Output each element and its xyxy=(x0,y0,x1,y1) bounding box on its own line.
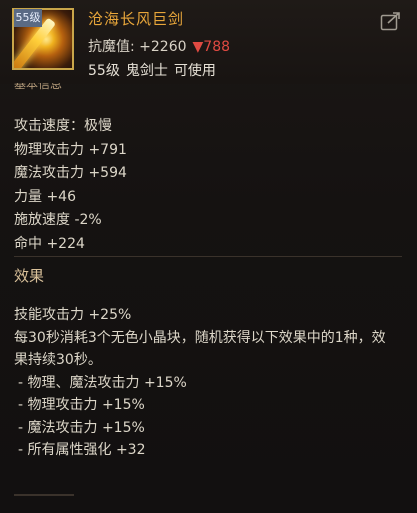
effect-sub-line: - 物理攻击力 +15% xyxy=(18,397,145,413)
effect-sub-line: - 魔法攻击力 +15% xyxy=(18,419,145,436)
effect-sub-line: - 物理、魔法攻击力 +15% xyxy=(18,374,187,391)
footer-divider xyxy=(14,494,74,496)
resist-value: 抗魔值: +2260 xyxy=(88,39,187,55)
stat-line: 力量 +46 xyxy=(14,188,76,205)
usable-status: 可使用 xyxy=(173,63,216,79)
stat-line: 攻击速度：极慢 xyxy=(14,118,112,134)
effect-sub-line: - 所有属性强化 +32 xyxy=(18,442,146,458)
effects-title: 效果 xyxy=(14,267,45,285)
requirement-row: 55级 鬼剑士 可使用 xyxy=(88,60,222,80)
effects-list: 技能攻击力 +25% 每30秒消耗3个无色小晶块，随机获得以下效果中的1种，效果… xyxy=(14,304,399,462)
stat-line: 魔法攻击力 +594 xyxy=(14,165,127,181)
share-export-icon[interactable] xyxy=(380,11,402,31)
stat-line: 施放速度 -2% xyxy=(14,212,102,228)
resist-row: 抗魔值: +2260 ▼788 xyxy=(88,36,230,56)
item-name: 沧海长风巨剑 xyxy=(88,10,185,28)
section-divider xyxy=(14,256,402,257)
tooltip-header: 55级 沧海长风巨剑 抗魔值: +2260 ▼788 55级 鬼剑士 可使用 xyxy=(0,0,417,84)
level-badge: 55级 xyxy=(14,9,42,27)
section-label-partial: 基本信息 xyxy=(14,83,63,91)
stat-line: 物理攻击力 +791 xyxy=(14,141,127,158)
required-level: 55级 xyxy=(88,63,120,79)
required-class: 鬼剑士 xyxy=(125,63,168,79)
stat-line: 命中 +224 xyxy=(14,235,85,252)
effect-line: 技能攻击力 +25% xyxy=(14,307,132,323)
stats-list: 攻击速度：极慢 物理攻击力 +791 魔法攻击力 +594 力量 +46 施放速… xyxy=(14,115,127,256)
effect-line: 每30秒消耗3个无色小晶块，随机获得以下效果中的1种，效果持续30秒。 xyxy=(14,329,386,369)
item-tooltip: 55级 沧海长风巨剑 抗魔值: +2260 ▼788 55级 鬼剑士 可使用 基本信息… xyxy=(0,0,417,513)
resist-change: ▼788 xyxy=(192,39,231,55)
